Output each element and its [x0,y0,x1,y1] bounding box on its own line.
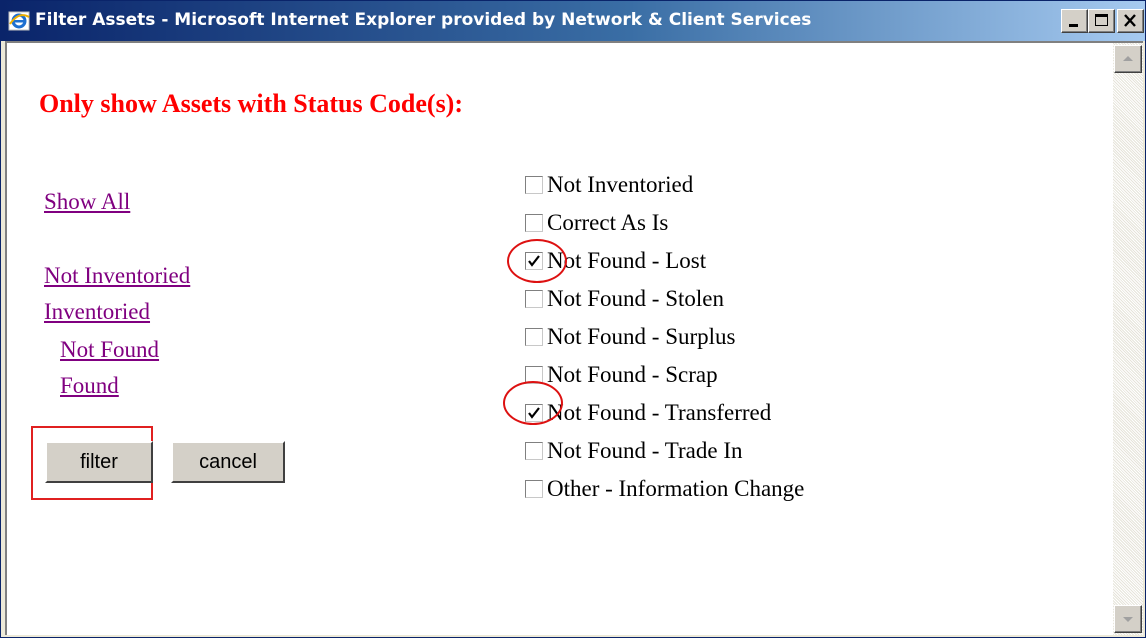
inventoried-link[interactable]: Inventoried [44,299,150,325]
status-option-label: Not Found - Surplus [547,324,736,349]
status-checkbox[interactable] [525,328,543,346]
close-icon [1124,14,1136,27]
status-option-label: Not Inventoried [547,172,694,197]
annotation-circle [503,381,563,425]
status-checkbox[interactable] [525,442,543,460]
status-option-label: Not Found - Trade In [547,438,743,463]
found-link[interactable]: Found [60,373,119,399]
scroll-down-button[interactable] [1114,605,1142,633]
maximize-button[interactable] [1088,9,1115,33]
minimize-icon [1069,24,1078,27]
browser-window: Filter Assets - Microsoft Internet Explo… [0,0,1146,638]
status-checkbox[interactable] [525,290,543,308]
title-bar[interactable]: Filter Assets - Microsoft Internet Explo… [1,1,1145,41]
show-all-link[interactable]: Show All [44,189,130,215]
filter-button[interactable]: filter [45,441,153,483]
window-title: Filter Assets - Microsoft Internet Explo… [35,10,812,30]
maximize-icon [1095,14,1108,26]
status-option-label: Correct As Is [547,210,669,235]
page-content: Only show Assets with Status Code(s): Sh… [7,43,1113,635]
status-checkbox[interactable] [525,176,543,194]
status-option-label: Other - Information Change [547,476,805,501]
arrow-down-icon [1123,617,1133,622]
arrow-up-icon [1123,56,1133,61]
status-checkbox[interactable] [525,214,543,232]
vertical-scrollbar[interactable] [1113,43,1143,635]
minimize-button[interactable] [1061,9,1088,33]
status-option-label: Not Found - Lost [547,248,707,273]
close-button[interactable] [1117,9,1144,33]
status-option-label: Not Found - Transferred [547,400,772,425]
not-found-link[interactable]: Not Found [60,337,159,363]
internet-explorer-icon [7,9,31,33]
status-option-label: Not Found - Scrap [547,362,718,387]
page-viewport: Only show Assets with Status Code(s): Sh… [5,41,1143,635]
status-checkbox[interactable] [525,480,543,498]
cancel-button[interactable]: cancel [171,441,285,483]
page-heading: Only show Assets with Status Code(s): [39,89,463,118]
scroll-up-button[interactable] [1114,45,1142,73]
not-inventoried-link[interactable]: Not Inventoried [44,263,190,289]
annotation-circle [507,239,567,283]
status-option-label: Not Found - Stolen [547,286,724,311]
